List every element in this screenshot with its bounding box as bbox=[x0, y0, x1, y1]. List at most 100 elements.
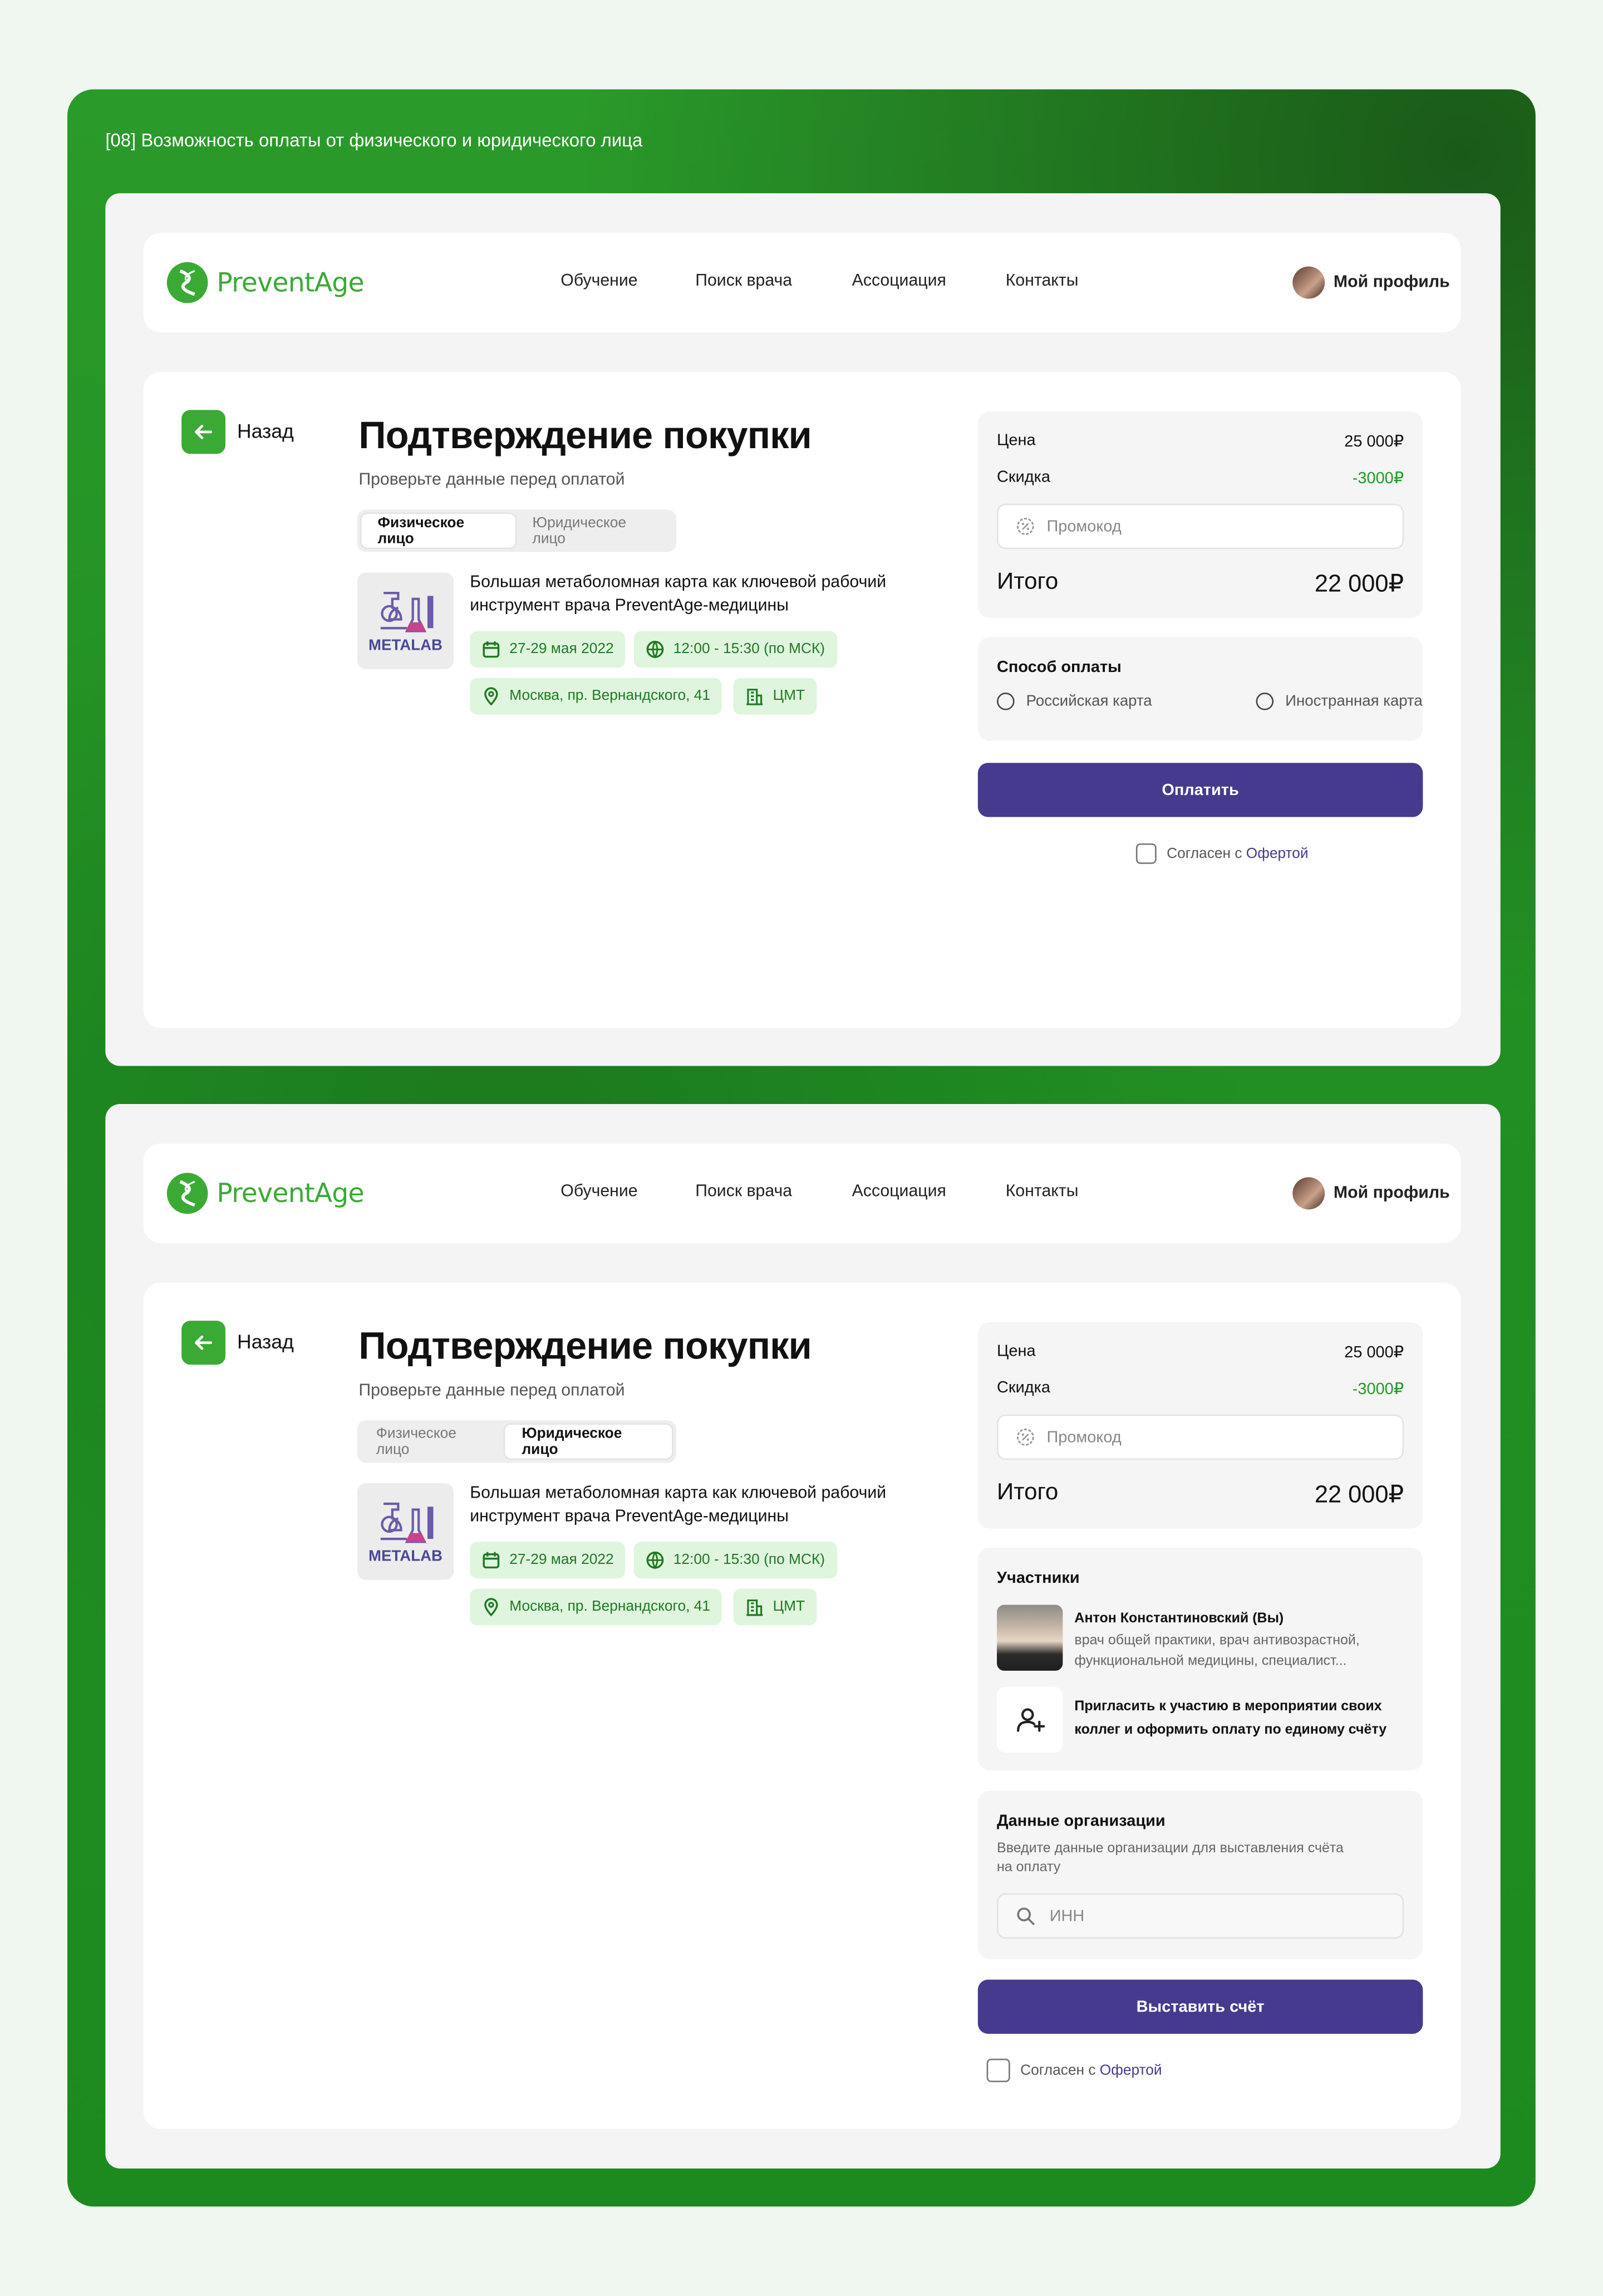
slide-caption: [08] Возможность оплаты от физического и… bbox=[105, 130, 643, 151]
offer-agreement[interactable]: Согласен с Офертой bbox=[986, 2058, 1162, 2082]
nav-link-contacts[interactable]: Контакты bbox=[1006, 1183, 1079, 1201]
radio-button bbox=[997, 692, 1015, 710]
arrow-left-icon bbox=[195, 424, 213, 439]
globe-icon bbox=[646, 1551, 664, 1569]
agree-checkbox[interactable] bbox=[986, 2058, 1010, 2082]
logo-text: PreventAge bbox=[217, 1178, 364, 1209]
price-value: 25 000₽ bbox=[1344, 1344, 1404, 1362]
address-chip: Москва, пр. Вернандского, 41 bbox=[470, 1588, 722, 1626]
agree-text: Согласен с Офертой bbox=[1020, 2062, 1162, 2078]
avatar bbox=[1292, 1177, 1325, 1210]
offer-link[interactable]: Офертой bbox=[1246, 846, 1309, 862]
discount-label: Скидка bbox=[997, 1379, 1051, 1397]
nav-link-association[interactable]: Ассоциация bbox=[852, 272, 946, 290]
page-title: Подтверждение покупки bbox=[358, 1323, 812, 1368]
payment-method-title: Способ оплаты bbox=[997, 659, 1122, 677]
date-chip: 27-29 мая 2022 bbox=[470, 631, 626, 668]
tab-individual[interactable]: Физическое лицо bbox=[360, 512, 517, 550]
venue-chip: ЦМТ bbox=[733, 678, 817, 715]
agree-text: Согласен с Офертой bbox=[1167, 846, 1309, 862]
logo[interactable]: PreventAge bbox=[166, 262, 365, 303]
back-label: Назад bbox=[237, 420, 294, 443]
metalab-label: METALAB bbox=[368, 1547, 442, 1566]
issue-invoice-button[interactable]: Выставить счёт bbox=[977, 1979, 1423, 2034]
price-label: Цена bbox=[997, 1342, 1036, 1361]
nav-link-association[interactable]: Ассоциация bbox=[852, 1183, 946, 1201]
invite-line2: коллег и оформить оплату по единому счёт… bbox=[1074, 1721, 1387, 1738]
location-pin-icon bbox=[484, 1598, 498, 1617]
invite-colleagues-button[interactable] bbox=[997, 1686, 1063, 1753]
logo[interactable]: PreventAge bbox=[166, 1172, 365, 1214]
page-subtitle: Проверьте данные перед оплатой bbox=[358, 471, 625, 489]
event-date: 27-29 мая 2022 bbox=[509, 641, 614, 658]
inn-search-input[interactable]: ИНН bbox=[997, 1893, 1404, 1939]
invite-line1: Пригласить к участию в мероприятии своих bbox=[1074, 1698, 1382, 1715]
organization-description: Введите данные организации для выставлен… bbox=[997, 1839, 1344, 1877]
price-summary: Цена 25 000₽ Скидка -3000₽ Промокод Итог… bbox=[977, 1322, 1423, 1529]
event-title-line1: Большая метаболомная карта как ключевой … bbox=[470, 1484, 887, 1503]
radio-label: Иностранная карта bbox=[1285, 692, 1423, 710]
offer-agreement[interactable]: Согласен с Офертой bbox=[1135, 843, 1309, 864]
event-title: Большая метаболомная карта как ключевой … bbox=[470, 1483, 909, 1529]
organization-box: Данные организации Введите данные органи… bbox=[977, 1790, 1423, 1959]
logo-icon bbox=[166, 1172, 208, 1214]
discount-label: Скидка bbox=[997, 468, 1051, 487]
event-title-line2: инструмент врача PreventAge-медицины bbox=[470, 1507, 789, 1525]
discount-badge-icon bbox=[1016, 518, 1034, 535]
arrow-left-icon bbox=[195, 1335, 213, 1350]
discount-value: -3000₽ bbox=[1352, 470, 1404, 488]
event-thumbnail: METALAB bbox=[357, 572, 454, 669]
profile-link[interactable]: Мой профиль bbox=[1292, 266, 1450, 299]
discount-badge-icon bbox=[1016, 1428, 1034, 1446]
tab-legal-entity[interactable]: Юридическое лицо bbox=[517, 513, 673, 550]
back-button[interactable] bbox=[181, 410, 226, 454]
profile-link[interactable]: Мой профиль bbox=[1292, 1177, 1450, 1210]
promo-input[interactable]: Промокод bbox=[997, 503, 1404, 550]
event-venue: ЦМТ bbox=[773, 1598, 805, 1615]
event-title: Большая метаболомная карта как ключевой … bbox=[470, 572, 909, 618]
offer-link[interactable]: Офертой bbox=[1100, 2062, 1162, 2078]
org-desc-line2: на оплату bbox=[997, 1860, 1061, 1876]
discount-value: -3000₽ bbox=[1352, 1381, 1404, 1399]
nav-link-doctor-search[interactable]: Поиск врача bbox=[695, 1183, 792, 1201]
price-label: Цена bbox=[997, 431, 1036, 450]
nav-link-doctor-search[interactable]: Поиск врача bbox=[695, 272, 792, 290]
tab-legal-entity[interactable]: Юридическое лицо bbox=[504, 1423, 673, 1460]
total-value: 22 000₽ bbox=[1314, 571, 1404, 598]
promo-placeholder: Промокод bbox=[1046, 517, 1122, 536]
calendar-icon bbox=[483, 641, 500, 658]
pay-button[interactable]: Оплатить bbox=[977, 763, 1423, 817]
tab-individual[interactable]: Физическое лицо bbox=[360, 1423, 504, 1460]
participant-photo bbox=[997, 1605, 1063, 1671]
participant-desc-line2: функциональной медицины, специалист... bbox=[1074, 1653, 1347, 1670]
nav-link-contacts[interactable]: Контакты bbox=[1006, 272, 1079, 290]
location-pin-icon bbox=[484, 687, 498, 706]
event-venue: ЦМТ bbox=[773, 688, 805, 705]
search-icon bbox=[1017, 1907, 1035, 1925]
nav-link-learning[interactable]: Обучение bbox=[560, 1183, 637, 1201]
agree-prefix: Согласен с bbox=[1167, 845, 1246, 862]
screen-legal-entity: PreventAge Обучение Поиск врача Ассоциац… bbox=[105, 1104, 1501, 2169]
back-button[interactable] bbox=[181, 1321, 226, 1365]
event-title-line2: инструмент врача PreventAge-медицины bbox=[470, 596, 789, 615]
profile-label: Мой профиль bbox=[1333, 1184, 1450, 1203]
profile-label: Мой профиль bbox=[1333, 273, 1450, 292]
site-header: PreventAge Обучение Поиск врача Ассоциац… bbox=[143, 1144, 1461, 1243]
price-value: 25 000₽ bbox=[1344, 433, 1404, 452]
payment-option-foreign-card[interactable]: Иностранная карта bbox=[1256, 692, 1423, 710]
event-date: 27-29 мая 2022 bbox=[509, 1552, 614, 1568]
metalab-label: METALAB bbox=[368, 637, 442, 655]
org-desc-line1: Введите данные организации для выставлен… bbox=[997, 1840, 1344, 1857]
page-subtitle: Проверьте данные перед оплатой bbox=[358, 1382, 625, 1400]
invite-text[interactable]: Пригласить к участию в мероприятии своих… bbox=[1074, 1696, 1386, 1743]
globe-icon bbox=[646, 641, 664, 659]
metalab-logo-icon bbox=[380, 1502, 434, 1543]
main-card: Назад Подтверждение покупки Проверьте да… bbox=[143, 372, 1461, 1028]
nav-link-learning[interactable]: Обучение bbox=[560, 272, 637, 290]
building-icon bbox=[746, 1600, 763, 1616]
date-chip: 27-29 мая 2022 bbox=[470, 1542, 626, 1579]
agree-checkbox[interactable] bbox=[1135, 843, 1157, 864]
promo-input[interactable]: Промокод bbox=[997, 1414, 1404, 1460]
event-time: 12:00 - 15:30 (по МСК) bbox=[673, 1552, 825, 1568]
payment-option-russian-card[interactable]: Российская карта bbox=[997, 692, 1152, 710]
